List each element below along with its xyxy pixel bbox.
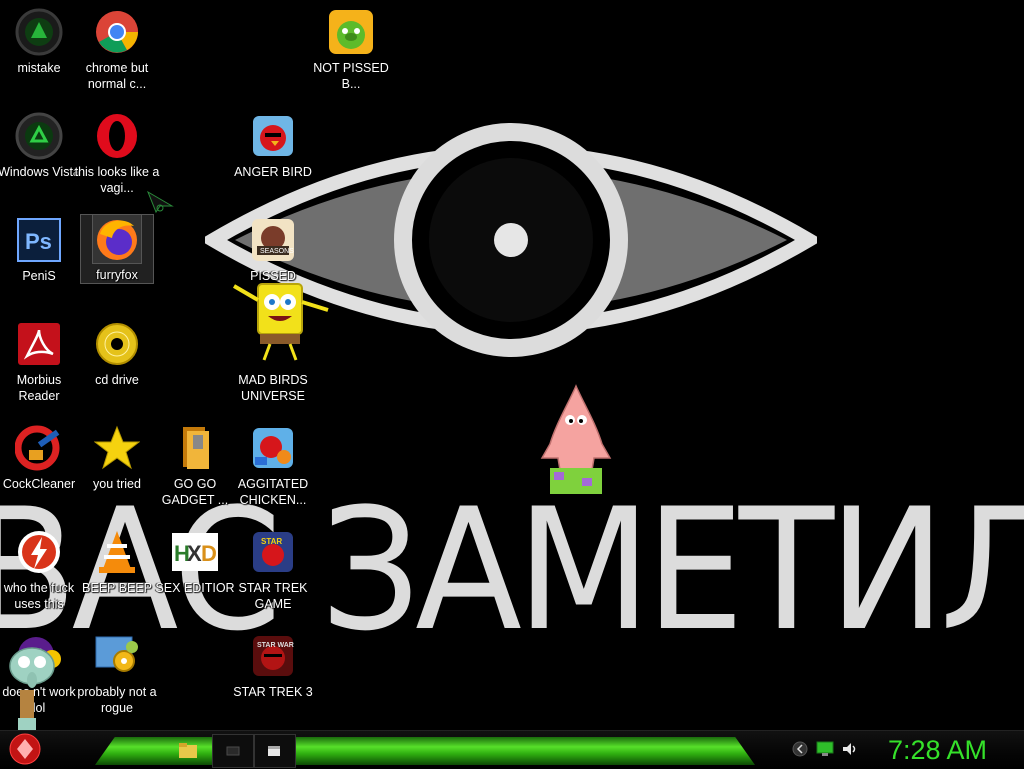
icon-label: STAR TREK 3 [233,685,313,699]
vlc-cone-icon [93,528,141,576]
desktop-icon-morbius-reader[interactable]: Morbius Reader [0,320,78,404]
icon-label: Windows Vista [0,165,80,179]
svg-text:STAR WARS: STAR WARS [257,642,294,649]
start-button[interactable] [2,727,48,767]
patrick-sticker [540,384,612,494]
icon-label: NOT PISSED B... [313,61,389,91]
icon-label: you tried [93,477,141,491]
desktop-icon-not-pissed[interactable]: NOT PISSED B... [312,8,390,92]
desktop-icon-anger-bird[interactable]: ANGER BIRD [234,112,312,180]
desktop: ВАС ЗАМЕТИЛИ mistake Windows Vista Ps Pe… [0,0,1024,730]
icon-label: AGGITATED CHICKEN... [237,477,309,507]
desktop-icon-penis[interactable]: Ps PeniS [0,216,78,284]
angry-birds-seasons-icon: SEASONS [249,216,297,264]
desktop-icon-star-trek-game[interactable]: STAR STAR TREK GAME [234,528,312,612]
desktop-icon-go-go-gadget[interactable]: GO GO GADGET ... [156,424,234,508]
desktop-icon-aggitated-chicken[interactable]: AGGITATED CHICKEN... [234,424,312,508]
desktop-icon-sex-editior[interactable]: HXD SEX EDITIOR [155,528,235,596]
taskbar-folder-button[interactable] [168,734,208,766]
angry-bird-red-icon [249,112,297,160]
angry-birds-star-wars-icon: STAR [249,528,297,576]
icon-label: BEEP BEEP [82,581,152,595]
desktop-icon-star-trek-3[interactable]: STAR WARS STAR TREK 3 [233,632,313,700]
desktop-icon-furryfox[interactable]: furryfox [80,214,154,284]
desktop-icon-beep-beep[interactable]: BEEP BEEP [78,528,156,596]
icon-label: MAD BIRDS UNIVERSE [238,373,308,403]
chrome-icon [93,8,141,56]
icon-label: STAR TREK GAME [238,581,308,611]
angry-birds-rio-icon [249,424,297,472]
taskbar: 7:28 AM [0,730,1024,769]
icon-label: CockCleaner [2,477,76,491]
icon-label: PeniS [22,269,56,283]
desktop-icon-probably-not-a-rogue[interactable]: probably not a rogue [77,632,157,716]
icon-label: GO GO GADGET ... [161,477,229,507]
spongebob-sticker [232,283,329,361]
icon-label: Morbius Reader [16,373,62,403]
icon-label: probably not a rogue [77,685,157,715]
desktop-icon-cd-drive[interactable]: cd drive [78,320,156,388]
icon-label: mistake [17,61,61,75]
desktop-icon-cockcleaner[interactable]: CockCleaner [0,424,78,492]
lightning-app-icon [15,528,63,576]
icon-label: cd drive [95,373,139,387]
acrobat-icon [15,320,63,368]
svg-text:SEASONS: SEASONS [260,248,294,255]
desktop-icon-chrome[interactable]: chrome but normal c... [78,8,156,92]
svg-text:Ps: Ps [25,229,52,254]
svg-text:D: D [201,541,217,566]
folder-icon [179,743,197,758]
angry-birds-star-wars-2-icon: STAR WARS [249,632,297,680]
app-icon [226,746,240,756]
folder-icon [171,424,219,472]
icon-label: furryfox [96,268,138,282]
window-icon [268,746,280,756]
desktop-icon-pissed[interactable]: SEASONS PISSED [234,216,312,284]
tray-back-icon[interactable] [790,739,810,759]
cursor-sticker [146,190,174,214]
squidward-sticker [9,647,55,730]
ccleaner-icon [15,424,63,472]
firefox-icon [92,214,142,264]
opera-icon [93,112,141,160]
desktop-icon-windows-vista[interactable]: Windows Vista [0,112,80,180]
photoshop-icon: Ps [15,216,63,264]
cd-drive-icon [93,320,141,368]
svg-text:X: X [187,541,202,566]
recycle-orb-icon [15,112,63,160]
bad-piggies-icon [327,8,375,56]
tray-network-icon[interactable] [815,739,835,759]
icon-label: ANGER BIRD [234,165,312,179]
taskbar-clock[interactable]: 7:28 AM [870,734,1005,766]
tray-speaker-icon[interactable] [840,739,860,759]
icon-label: SEX EDITIOR [155,581,235,595]
gold-star-icon [93,424,141,472]
taskbar-app-button[interactable] [212,734,254,768]
desktop-icon-you-tried[interactable]: you tried [78,424,156,492]
desktop-icon-mistake[interactable]: mistake [0,8,78,76]
svg-text:STAR: STAR [261,537,282,546]
desktop-icon-opera[interactable]: this looks like a vagi... [75,112,159,196]
icon-label: who the fuck uses this [3,581,75,611]
razer-green-icon [15,8,63,56]
desktop-icon-who-uses-this[interactable]: who the fuck uses this [0,528,78,612]
hxd-icon: HXD [171,528,219,576]
icon-label: chrome but normal c... [85,61,149,91]
control-panel-gears-icon [93,632,141,680]
taskbar-window-button[interactable] [254,734,296,768]
